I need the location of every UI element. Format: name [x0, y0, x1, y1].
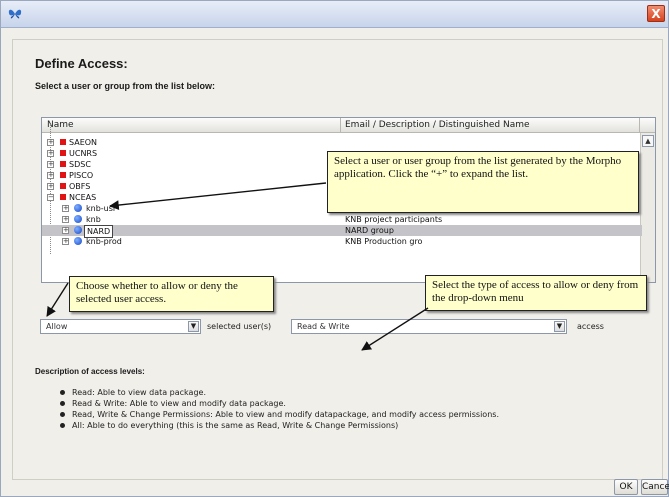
- expand-icon[interactable]: +: [47, 183, 54, 190]
- tree-row-knb-prod[interactable]: + knb-prod KNB Production gro: [42, 236, 642, 247]
- cancel-button[interactable]: Cancel: [641, 479, 669, 495]
- expand-icon[interactable]: +: [47, 172, 54, 179]
- access-levels-title: Description of access levels:: [35, 367, 145, 376]
- title-bar: X: [1, 1, 668, 28]
- row-label: SAEON: [69, 138, 98, 147]
- group-icon: [60, 161, 66, 167]
- access-level-item: Read & Write: Able to view and modify da…: [60, 398, 499, 409]
- access-select[interactable]: Read & Write ▼: [291, 319, 567, 334]
- callout-select-user: Select a user or user group from the lis…: [327, 151, 639, 213]
- expand-icon[interactable]: +: [62, 205, 69, 212]
- page-title: Define Access:: [35, 56, 128, 71]
- column-header-email[interactable]: Email / Description / Distinguished Name: [345, 120, 530, 130]
- ok-button[interactable]: OK: [614, 479, 638, 495]
- row-label: knb-prod: [86, 237, 122, 246]
- list-header: Name Email / Description / Distinguished…: [42, 118, 655, 133]
- access-level-item: All: Able to do everything (this is the …: [60, 420, 499, 431]
- expand-icon[interactable]: +: [62, 216, 69, 223]
- access-level-item: Read: Able to view data package.: [60, 387, 499, 398]
- user-icon: [74, 226, 82, 234]
- selected-users-label: selected user(s): [207, 322, 272, 331]
- tree-row-saeon[interactable]: + SAEON: [42, 137, 642, 148]
- expand-icon[interactable]: +: [47, 150, 54, 157]
- row-description: KNB Production gro: [345, 237, 423, 246]
- permission-select-value: Allow: [46, 322, 68, 331]
- row-label: knb: [86, 215, 101, 224]
- row-description: NARD group: [345, 226, 394, 235]
- tree-row-nard[interactable]: + NARD NARD group: [42, 225, 642, 238]
- row-label: OBFS: [69, 182, 91, 191]
- expand-icon[interactable]: +: [47, 139, 54, 146]
- collapse-icon[interactable]: −: [47, 194, 54, 201]
- callout-allow-deny: Choose whether to allow or deny the sele…: [69, 276, 274, 312]
- access-levels-list: Read: Able to view data package. Read & …: [60, 387, 499, 431]
- row-label: PISCO: [69, 171, 94, 180]
- chevron-down-icon[interactable]: ▼: [188, 321, 199, 332]
- column-separator: [340, 118, 341, 132]
- group-icon: [60, 183, 66, 189]
- expand-icon[interactable]: +: [62, 238, 69, 245]
- scroll-up-icon[interactable]: ▲: [642, 135, 654, 147]
- column-separator: [639, 118, 640, 132]
- row-label: NCEAS: [69, 193, 97, 202]
- row-label: knb-usr: [86, 204, 117, 213]
- group-icon: [60, 194, 66, 200]
- user-icon: [74, 204, 82, 212]
- page-subtitle: Select a user or group from the list bel…: [35, 81, 216, 91]
- group-icon: [60, 139, 66, 145]
- access-label: access: [577, 322, 604, 331]
- access-select-value: Read & Write: [297, 322, 350, 331]
- user-icon: [74, 215, 82, 223]
- row-label: UCNRS: [69, 149, 98, 158]
- group-icon: [60, 150, 66, 156]
- row-description: KNB project participants: [345, 215, 443, 224]
- group-icon: [60, 172, 66, 178]
- close-button[interactable]: X: [647, 5, 665, 22]
- expand-icon[interactable]: +: [62, 227, 69, 234]
- user-icon: [74, 237, 82, 245]
- tree-row-knb[interactable]: + knb KNB project participants: [42, 214, 642, 225]
- list-scrollbar[interactable]: [640, 133, 655, 282]
- callout-access-type: Select the type of access to allow or de…: [425, 275, 647, 311]
- expand-icon[interactable]: +: [47, 161, 54, 168]
- chevron-down-icon[interactable]: ▼: [554, 321, 565, 332]
- access-level-item: Read, Write & Change Permissions: Able t…: [60, 409, 499, 420]
- morpho-butterfly-icon: [8, 9, 22, 19]
- permission-select[interactable]: Allow ▼: [40, 319, 201, 334]
- row-label: SDSC: [69, 160, 91, 169]
